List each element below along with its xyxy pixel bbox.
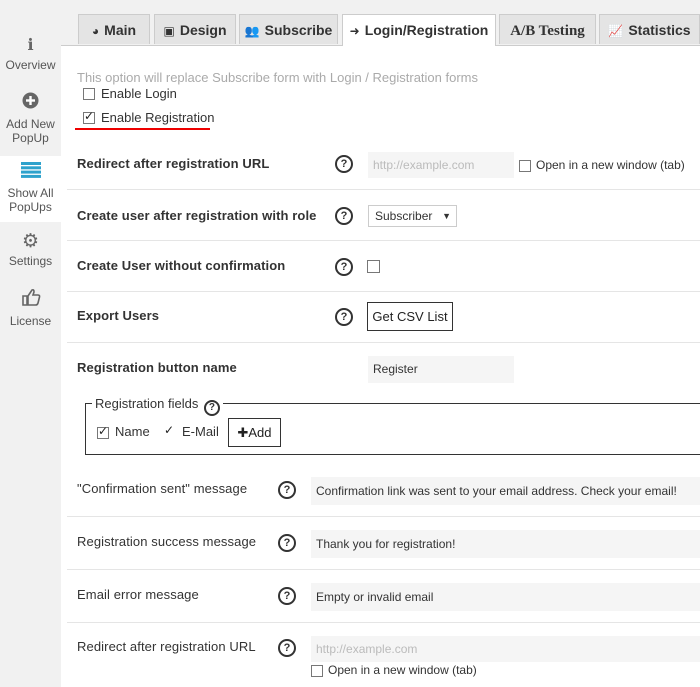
help-icon[interactable]: ? [278, 481, 296, 499]
separator [67, 516, 700, 517]
open-new-window-label: Open in a new window (tab) [536, 158, 685, 172]
sidebar-item-settings[interactable]: ⚙ Settings [0, 231, 61, 268]
confirmation-sent-label: "Confirmation sent" message [77, 481, 248, 496]
tab-main[interactable]: ◕ Main [78, 14, 150, 44]
tab-label: A/B Testing [510, 23, 585, 39]
caret-down-icon: ▼ [442, 211, 451, 221]
tab-label: Design [179, 22, 227, 38]
sidebar-item-label: License [9, 314, 52, 328]
get-csv-list-button[interactable]: Get CSV List [367, 302, 453, 331]
confirmation-sent-input[interactable]: Confirmation link was sent to your email… [311, 477, 700, 505]
tab-label: Subscribe [264, 22, 333, 38]
role-select[interactable]: Subscriber ▼ [368, 205, 457, 227]
registration-success-input[interactable]: Thank you for registration! [311, 530, 700, 558]
list-icon [0, 162, 61, 183]
tab-design[interactable]: ▣ Design [154, 14, 236, 44]
separator [67, 240, 700, 241]
check-icon: ✓ [164, 423, 175, 437]
sidebar-item-overview[interactable]: ℹ Overview [0, 37, 61, 72]
email-error-label: Email error message [77, 587, 199, 602]
redirect-after-registration-label: Redirect after registration URL [77, 639, 256, 654]
sidebar-item-license[interactable]: License [0, 288, 61, 328]
field-name-checkbox[interactable] [97, 424, 109, 439]
thumbs-up-icon [0, 288, 61, 311]
tab-label: Login/Registration [364, 22, 489, 38]
highlight-underline [75, 128, 210, 130]
open-new-window-checkbox[interactable] [519, 160, 531, 172]
main-panel: ◕ Main ▣ Design 👥 Subscribe ➜ Login/Registra… [61, 0, 700, 687]
email-error-input[interactable]: Empty or invalid email [311, 583, 700, 611]
role-label: Create user after registration with role [77, 208, 317, 223]
sidebar-item-show-all-popups[interactable]: Show All PopUps [0, 156, 61, 222]
help-icon[interactable]: ? [335, 207, 353, 225]
help-icon[interactable]: ? [335, 308, 353, 326]
separator [67, 342, 700, 343]
no-confirmation-label: Create User without confirmation [77, 258, 286, 273]
legend-text: Registration fields [95, 396, 199, 411]
open-new-window-label-2: Open in a new window (tab) [328, 663, 477, 677]
plus-icon: ✚ [237, 425, 249, 440]
enable-login-label: Enable Login [101, 86, 177, 101]
sidebar-item-add-new-popup[interactable]: Add New PopUp [0, 92, 61, 145]
sidebar-item-label: Settings [8, 254, 53, 268]
tab-label: Statistics [628, 22, 691, 38]
open-new-window-checkbox-2[interactable] [311, 665, 323, 677]
sidebar-item-label: Show All PopUps [7, 186, 54, 214]
info-icon: ℹ [27, 37, 34, 54]
separator [67, 569, 700, 570]
redirect-url-input[interactable]: http://example.com [368, 152, 514, 178]
users-icon: 👥 [244, 24, 260, 38]
help-icon[interactable]: ? [335, 258, 353, 276]
separator [67, 189, 700, 190]
registration-fields-box: Registration fields ? Name ✓ E-Mail ✚Add [85, 396, 700, 455]
separator [67, 291, 700, 292]
gear-icon: ⚙ [21, 231, 40, 252]
field-email-label: E-Mail [182, 424, 219, 439]
tab-login-registration[interactable]: ➜ Login/Registration [342, 14, 496, 46]
sidebar: ℹ Overview Add New PopUp Show All PopUps… [0, 0, 61, 687]
registration-button-name-input[interactable]: Register [368, 356, 514, 383]
redirect-after-registration-input[interactable]: http://example.com [311, 636, 700, 662]
tab-bar: ◕ Main ▣ Design 👥 Subscribe ➜ Login/Registra… [61, 0, 700, 46]
intro-note: This option will replace Subscribe form … [77, 70, 479, 85]
tab-subscribe[interactable]: 👥 Subscribe [239, 14, 338, 44]
registration-fields-legend: Registration fields ? [92, 396, 223, 416]
add-field-label: Add [248, 425, 272, 440]
redirect-url-label: Redirect after registration URL [77, 156, 270, 171]
sidebar-item-label: Add New PopUp [6, 117, 55, 145]
help-icon[interactable]: ? [278, 587, 296, 605]
help-icon[interactable]: ? [278, 534, 296, 552]
separator [67, 622, 700, 623]
field-name-label: Name [115, 424, 150, 439]
tab-ab-testing[interactable]: A/B Testing [499, 14, 596, 44]
help-icon[interactable]: ? [278, 639, 296, 657]
no-confirmation-checkbox[interactable] [367, 260, 380, 273]
enable-registration-checkbox[interactable] [83, 109, 95, 124]
sidebar-item-label: Overview [5, 58, 56, 72]
role-select-value: Subscriber [375, 209, 433, 223]
enable-registration-label: Enable Registration [101, 110, 215, 125]
enable-login-checkbox[interactable] [83, 88, 95, 100]
tab-label: Main [104, 22, 137, 38]
plus-circle-icon [0, 92, 61, 114]
registration-button-name-label: Registration button name [77, 360, 237, 375]
registration-success-label: Registration success message [77, 534, 257, 549]
help-icon[interactable]: ? [335, 155, 353, 173]
export-users-label: Export Users [77, 308, 160, 323]
sign-in-icon: ➜ [349, 24, 360, 38]
dashboard-icon: ◕ [91, 24, 100, 38]
picture-icon: ▣ [163, 24, 175, 38]
help-icon[interactable]: ? [203, 400, 220, 416]
add-field-button[interactable]: ✚Add [228, 418, 281, 447]
chart-icon: 📈 [608, 24, 624, 38]
tab-statistics[interactable]: 📈 Statistics [599, 14, 700, 44]
